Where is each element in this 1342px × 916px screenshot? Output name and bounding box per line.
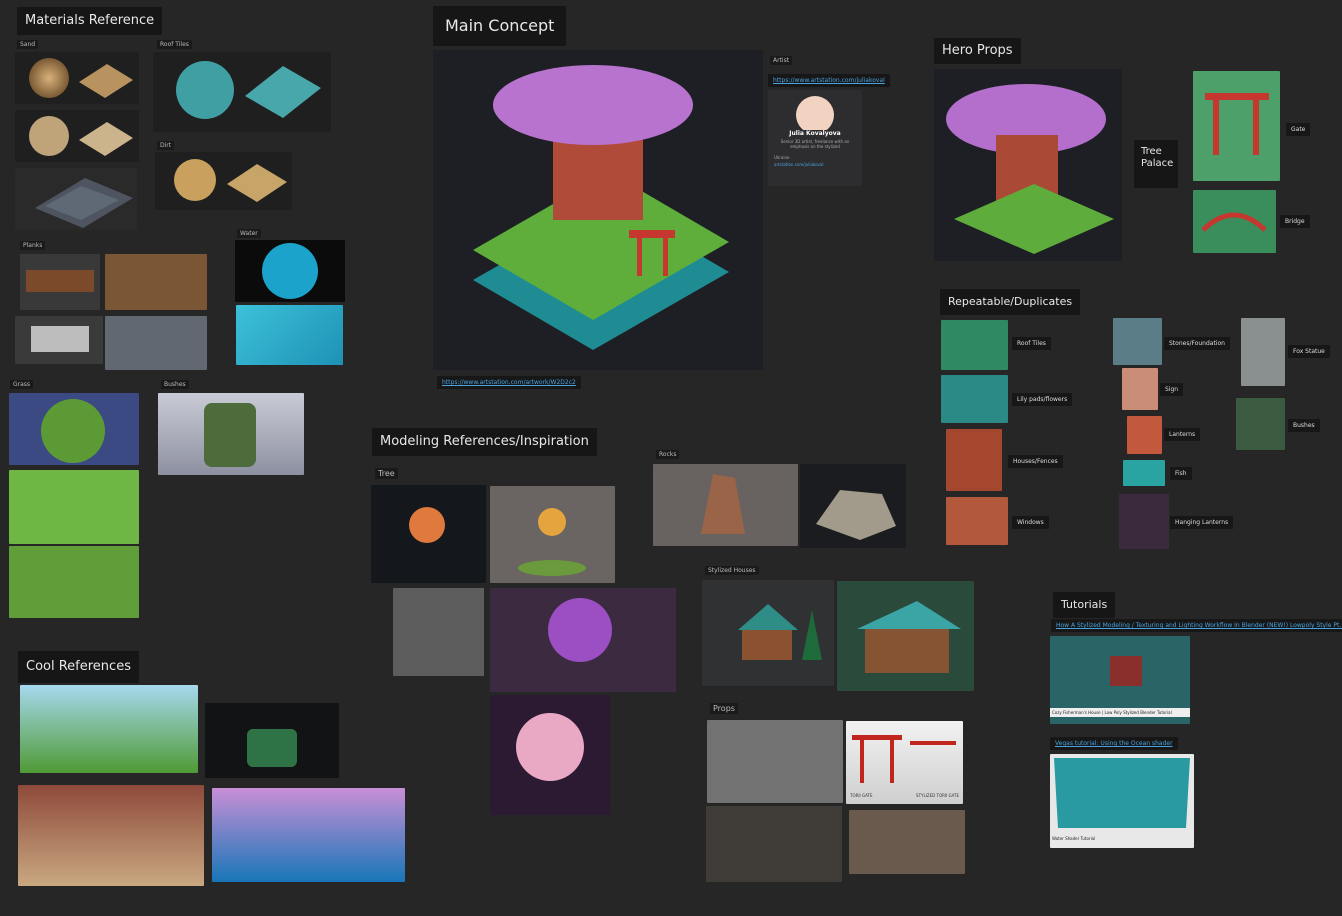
artist-site[interactable]: artstation.com/juliakoval [768,160,862,169]
roof-tiles-label: Roof Tiles [157,40,192,49]
tree-palace-label: Tree Palace [1134,140,1178,188]
rocks-ref-2[interactable] [800,464,906,548]
tree-sculpt-ref[interactable] [393,588,484,676]
tree-label: Tree [375,468,398,479]
dirt-label: Dirt [157,141,175,150]
artist-profile-card[interactable]: Julia Kovalyova Senior 3D artist, freela… [768,90,862,186]
hero-props-heading: Hero Props [934,38,1021,64]
stone-bricks-texture-card[interactable] [105,316,207,370]
roof-tiles-card[interactable] [153,52,331,132]
planks-card[interactable] [20,254,100,310]
house-ref-1[interactable] [702,580,834,686]
water-label: Water [237,229,261,238]
bridge-label: Bridge [1280,215,1310,228]
repeat-label-hanging: Hanging Lanterns [1170,516,1234,529]
tree-ref-1[interactable] [371,485,486,583]
materials-heading: Materials Reference [17,7,163,35]
repeat-fish[interactable] [1123,460,1165,486]
artist-location: Ukraine [774,155,790,160]
repeat-hanging-lanterns[interactable] [1119,494,1169,549]
repeat-label-bushes: Bushes [1288,419,1320,432]
sand-material-card-2[interactable] [15,110,139,162]
props-well-ref[interactable] [849,810,965,874]
tree-ref-purple[interactable] [490,588,676,692]
props-pagoda-ref[interactable] [707,720,843,803]
gate-label: Gate [1286,123,1311,136]
tutorials-heading: Tutorials [1053,592,1116,618]
tree-ref-pink[interactable] [490,695,610,815]
stone-path-card[interactable] [15,168,137,230]
cool-ref-town[interactable] [18,785,204,886]
repeat-houses[interactable] [946,429,1002,491]
house-ref-2[interactable] [837,581,974,691]
planks-label: Planks [20,241,46,250]
sand-material-card[interactable] [15,52,139,104]
artist-bio: Senior 3D artist, freelance with an emph… [780,139,850,149]
rocks-label: Rocks [656,450,680,459]
stone-bricks-card[interactable] [15,316,103,364]
repeat-label-stones: Stones/Foundation [1164,337,1230,350]
torii-caption-b: STYLIZED TORII GATE [916,793,959,798]
modeling-heading: Modeling References/Inspiration [372,428,597,456]
props-torii-ref[interactable]: TORII GATE STYLIZED TORII GATE [846,721,963,804]
cool-ref-forest[interactable] [20,685,198,773]
tutorial-link-2[interactable]: Vegas tutorial: Using the Ocean shader [1050,737,1178,750]
stylized-houses-label: Stylized Houses [705,566,759,575]
repeat-fox-statue[interactable] [1241,318,1285,386]
hero-bridge-image[interactable] [1193,190,1276,253]
water-sphere-card[interactable] [235,240,345,302]
repeat-windows[interactable] [946,497,1008,545]
repeat-stones[interactable] [1113,318,1162,365]
repeat-label-houses: Houses/Fences [1008,455,1063,468]
torii-caption-a: TORII GATE [850,793,873,798]
repeat-label-sign: Sign [1160,383,1184,396]
grass-closeup-card[interactable] [9,546,139,618]
artist-link[interactable]: https://www.artstation.com/juliakoval [768,74,890,87]
water-texture-card[interactable] [236,305,343,365]
hero-gate-image[interactable] [1193,71,1280,181]
cool-ref-chest[interactable] [205,703,339,778]
bushes-label: Bushes [161,380,189,389]
grass-sphere-card[interactable] [9,393,139,465]
artist-label: Artist [770,56,793,65]
repeat-lanterns[interactable] [1127,416,1162,454]
tutorial-caption-2: Water Shader Tutorial [1052,836,1096,841]
main-concept-heading: Main Concept [433,6,567,46]
repeat-lily-pads[interactable] [941,375,1008,423]
repeat-label-fox: Fox Statue [1288,345,1330,358]
repeat-label-windows: Windows [1012,516,1049,529]
tree-ref-2[interactable] [490,486,615,583]
tutorial-video-1[interactable]: Cozy Fisherman's House | Low Poly Styliz… [1050,636,1190,724]
repeat-roof-tiles[interactable] [941,320,1008,370]
repeat-label-lily: Lily pads/flowers [1012,393,1073,406]
tutorial-video-2[interactable]: Water Shader Tutorial [1050,754,1194,848]
concept-link[interactable]: https://www.artstation.com/artwork/W2D2c… [437,376,581,389]
repeat-label-fish: Fish [1170,467,1192,480]
cool-ref-temple[interactable] [212,788,405,882]
props-label: Props [710,703,738,714]
bushes-cylinder-card[interactable] [158,393,304,475]
sand-label: Sand [17,40,39,49]
props-statue-ref[interactable] [706,806,842,882]
tutorial-link-1[interactable]: How A Stylized Modeling / Texturing and … [1051,619,1342,632]
repeat-label-roof: Roof Tiles [1012,337,1051,350]
grass-label: Grass [10,380,34,389]
rocks-ref-1[interactable] [653,464,798,546]
dirt-card[interactable] [155,152,292,210]
tutorial-caption-1: Cozy Fisherman's House | Low Poly Styliz… [1050,708,1190,717]
repeat-label-lanterns: Lanterns [1164,428,1201,441]
grass-texture-card[interactable] [9,470,139,544]
repeat-bushes[interactable] [1236,398,1285,450]
cool-heading: Cool References [18,651,139,683]
hero-tree-palace-image[interactable] [934,69,1122,261]
artist-name: Julia Kovalyova [789,130,841,137]
repeatable-heading: Repeatable/Duplicates [940,289,1081,315]
repeat-sign[interactable] [1122,368,1158,410]
planks-texture-card[interactable] [105,254,207,310]
main-concept-image[interactable] [433,50,763,370]
